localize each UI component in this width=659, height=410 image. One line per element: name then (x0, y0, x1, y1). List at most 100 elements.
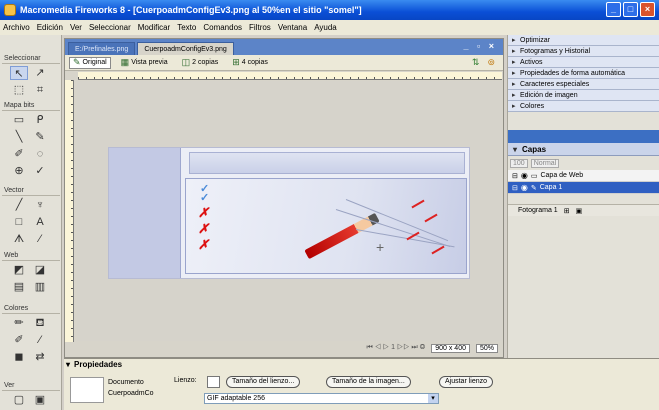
image-size-button[interactable]: Tamaño de la imagen... (326, 376, 411, 388)
animation-preview-icon[interactable]: ⊚ (487, 57, 495, 68)
subselect-tool-icon[interactable]: ↗ (31, 66, 49, 80)
canvas-color-swatch[interactable] (207, 376, 220, 388)
crop-tool-icon[interactable]: ⌗ (31, 83, 49, 97)
four-up-view-label: 4 copias (241, 59, 268, 66)
fireworks-app-icon (4, 4, 16, 16)
menu-comandos[interactable]: Comandos (203, 23, 242, 32)
menu-filtros[interactable]: Filtros (249, 23, 271, 32)
expand-icon[interactable]: ⊟ (512, 172, 518, 180)
maximize-button[interactable]: □ (623, 2, 638, 17)
stroke-color-icon[interactable]: ✏ (10, 316, 28, 330)
menu-ventana[interactable]: Ventana (278, 23, 307, 32)
document-canvas[interactable]: ✓ ✓ ✗ ✗ ✗ + (108, 147, 470, 279)
fit-canvas-button[interactable]: Ajustar lienzo (439, 376, 494, 388)
panel-caracteres[interactable]: Caracteres especiales (508, 79, 659, 90)
knife-tool-icon[interactable]: ⁄ (31, 232, 49, 246)
menu-seleccionar[interactable]: Seleccionar (89, 23, 131, 32)
vertical-ruler (65, 80, 74, 342)
hide-slices-icon[interactable]: ▤ (10, 280, 28, 294)
original-view-button[interactable]: ✎ Original (69, 56, 111, 69)
zoom-level[interactable]: 50% (475, 343, 498, 353)
pencil-tool-icon[interactable]: ✎ (31, 130, 49, 144)
marquee-tool-icon[interactable]: ▭ (10, 113, 28, 127)
quick-export-icon[interactable]: ⇅ (472, 57, 480, 68)
four-up-view-button[interactable]: ⊞ 4 copias (228, 57, 272, 69)
red-x-icon: ✗ (198, 221, 209, 236)
swap-colors-icon[interactable]: ⇄ (31, 350, 49, 364)
gradient-tool-icon[interactable]: ⁄ (31, 333, 49, 347)
document-view-bar: ✎ Original ▦ Vista previa ◫ 2 copias ⊞ 4 cop… (65, 55, 503, 71)
pointer-tool-icon[interactable]: ↖ (10, 66, 28, 80)
plus-icon: + (376, 239, 385, 255)
eraser-tool-icon[interactable]: ✐ (10, 147, 28, 161)
panel-propiedades-forma[interactable]: Propiedades de forma automática (508, 68, 659, 79)
frame-controls[interactable]: ⏮ ◁ ▷ 1 ▷▷ ⏭ ◎ (366, 344, 425, 352)
brush-tool-icon[interactable]: ╲ (10, 130, 28, 144)
document-size[interactable]: 900 x 400 (431, 343, 470, 353)
tools-section-label: Colores (2, 303, 60, 314)
panel-edicion-imagen[interactable]: Edición de imagen (508, 90, 659, 101)
hotspot-tool-icon[interactable]: ◩ (10, 263, 28, 277)
panel-activos[interactable]: Activos (508, 57, 659, 68)
layer-row[interactable]: ⊟ ◉ ▭ Capa de Web (508, 170, 659, 182)
freeform-tool-icon[interactable]: ᗑ (10, 232, 28, 246)
blur-tool-icon[interactable]: ◌ (31, 147, 49, 161)
tab-cuerpoadmconfig[interactable]: CuerpoadmConfigEv3.png (137, 42, 234, 55)
canvas-header-bar (189, 152, 465, 174)
panel-fotogramas[interactable]: Fotogramas y Historial (508, 46, 659, 57)
preview-icon: ▦ (120, 57, 130, 67)
lasso-tool-icon[interactable]: ᑭ (31, 113, 49, 127)
canvas-main-panel: ✓ ✓ ✗ ✗ ✗ + (185, 178, 467, 274)
menu-edicion[interactable]: Edición (37, 23, 63, 32)
document-info: Documento CuerpoadmCo (108, 377, 154, 399)
red-mark (424, 213, 438, 223)
blend-mode-select[interactable]: Normal (530, 158, 560, 168)
visibility-eye-icon[interactable]: ◉ (521, 171, 528, 180)
menu-ayuda[interactable]: Ayuda (314, 23, 337, 32)
tab-prefinales[interactable]: E:/Prefinales.png (68, 42, 136, 55)
layers-panel-header[interactable]: Capas (508, 143, 659, 156)
two-up-view-button[interactable]: ◫ 2 copias (178, 57, 223, 69)
current-frame[interactable]: Fotograma 1 (518, 207, 558, 214)
line-tool-icon[interactable]: ╱ (10, 198, 28, 212)
panel-divider (508, 130, 659, 143)
export-format-select[interactable]: GIF adaptable 256 (204, 393, 439, 404)
fill-color-icon[interactable]: ✐ (10, 333, 28, 347)
visibility-eye-icon[interactable]: ◉ (521, 183, 528, 192)
layer-row-selected[interactable]: ⊟ ◉ ✎ Capa 1 (508, 182, 659, 194)
menu-modificar[interactable]: Modificar (138, 23, 170, 32)
panel-optimizar[interactable]: Optimizar (508, 35, 659, 46)
menu-archivo[interactable]: Archivo (3, 23, 30, 32)
tools-vector-section: Vector ╱ ♆ □ A ᗑ ⁄ (2, 185, 60, 246)
new-layer-icon[interactable]: ⊞ (564, 207, 570, 215)
full-screen-mode-icon[interactable]: ▣ (31, 393, 49, 407)
default-colors-icon[interactable]: ◼ (10, 350, 28, 364)
panel-colores[interactable]: Colores (508, 101, 659, 112)
tools-select-section: Seleccionar ↖ ↗ ⬚ ⌗ (2, 53, 60, 97)
show-slices-icon[interactable]: ▥ (31, 280, 49, 294)
expand-icon[interactable]: ⊟ (512, 184, 518, 192)
menu-ver[interactable]: Ver (70, 23, 82, 32)
paint-bucket-icon[interactable]: ⛾ (31, 316, 49, 330)
rectangle-tool-icon[interactable]: □ (10, 215, 28, 229)
properties-title[interactable]: Propiedades (64, 359, 659, 370)
document-tabs: E:/Prefinales.png CuerpoadmConfigEv3.png… (65, 39, 503, 55)
minimize-button[interactable]: _ (606, 2, 621, 17)
preview-view-button[interactable]: ▦ Vista previa (117, 57, 172, 69)
standard-mode-icon[interactable]: ▢ (10, 393, 28, 407)
red-x-icon: ✗ (198, 205, 209, 220)
rubber-stamp-tool-icon[interactable]: ⊕ (10, 164, 28, 178)
frames-bar: Fotograma 1 ⊞ ▣ (508, 204, 659, 216)
slice-tool-icon[interactable]: ◪ (31, 263, 49, 277)
close-button[interactable]: × (640, 2, 655, 17)
delete-layer-icon[interactable]: ▣ (576, 207, 583, 215)
opacity-field[interactable]: 100 (510, 158, 528, 168)
canvas-size-button[interactable]: Tamaño del lienzo... (226, 376, 301, 388)
pen-tool-icon[interactable]: ♆ (31, 198, 49, 212)
scale-tool-icon[interactable]: ⬚ (10, 83, 28, 97)
menu-texto[interactable]: Texto (177, 23, 196, 32)
document-window-controls[interactable]: _ ▫ × (464, 41, 497, 51)
tools-panel: Seleccionar ↖ ↗ ⬚ ⌗ Mapa bits ▭ ᑭ ╲ ✎ ✐ … (0, 35, 62, 410)
text-tool-icon[interactable]: A (31, 215, 49, 229)
eyedropper-tool-icon[interactable]: ✓ (31, 164, 49, 178)
